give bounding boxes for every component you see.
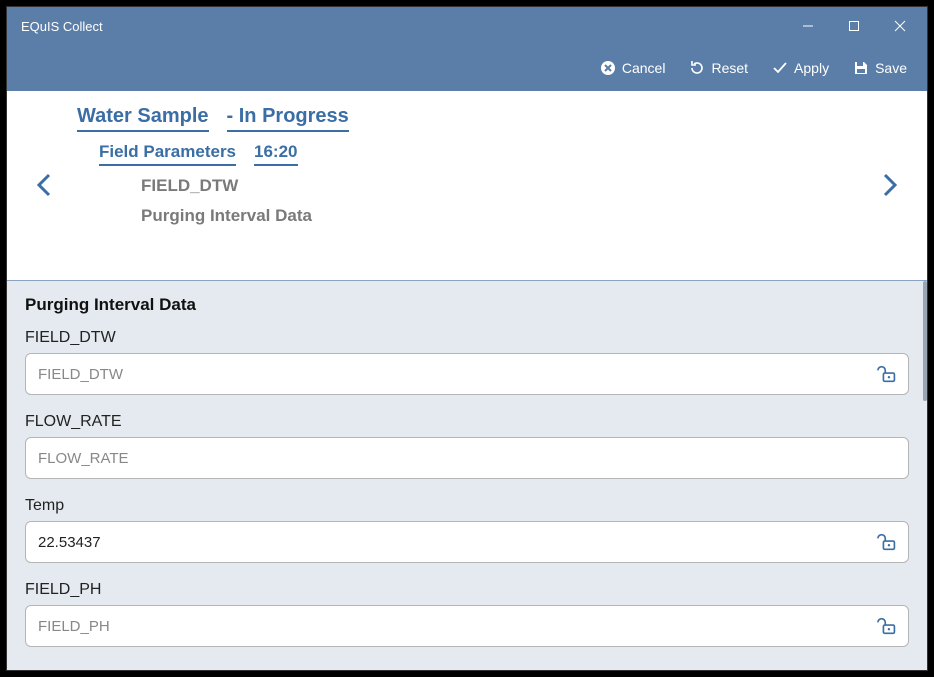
panel-title: Purging Interval Data (25, 295, 909, 315)
apply-label: Apply (794, 60, 829, 76)
titlebar: EQuIS Collect (7, 7, 927, 45)
form-panel: Purging Interval Data FIELD_DTW FLOW_RAT… (7, 281, 927, 670)
reset-icon (689, 60, 705, 76)
lock-open-icon (877, 615, 899, 637)
window-controls (785, 11, 923, 41)
field-label: FLOW_RATE (25, 413, 909, 431)
chevron-left-icon (35, 171, 55, 199)
input-wrap (25, 605, 909, 647)
cancel-icon (600, 60, 616, 76)
reset-label: Reset (711, 60, 748, 76)
lock-toggle[interactable] (876, 530, 900, 554)
field-field-dtw: FIELD_DTW (25, 329, 909, 395)
field-temp: Temp (25, 497, 909, 563)
nav-prev-button[interactable] (31, 171, 59, 199)
field-flow-rate: FLOW_RATE (25, 413, 909, 479)
apply-button[interactable]: Apply (762, 54, 839, 82)
breadcrumb-purging: Purging Interval Data (121, 206, 867, 226)
toolbar: Cancel Reset Apply Save (7, 45, 927, 91)
save-label: Save (875, 60, 907, 76)
input-wrap (25, 521, 909, 563)
field-label: FIELD_PH (25, 581, 909, 599)
field-ph-input[interactable] (26, 606, 908, 646)
input-wrap (25, 353, 909, 395)
app-window: EQuIS Collect Cancel Reset Apply (6, 6, 928, 671)
lock-open-icon (877, 531, 899, 553)
reset-button[interactable]: Reset (679, 54, 758, 82)
cancel-label: Cancel (622, 60, 666, 76)
temp-input[interactable] (26, 522, 908, 562)
breadcrumb-row-2: Field Parameters 16:20 (77, 142, 867, 166)
nav-next-button[interactable] (875, 171, 903, 199)
breadcrumb-status[interactable]: - In Progress (227, 105, 349, 132)
field-label: FIELD_DTW (25, 329, 909, 347)
scrollbar-thumb[interactable] (923, 281, 927, 401)
flow-rate-input[interactable] (26, 438, 908, 478)
field-dtw-input[interactable] (26, 354, 908, 394)
input-wrap (25, 437, 909, 479)
breadcrumb-nav: Water Sample - In Progress Field Paramet… (7, 91, 927, 281)
chevron-right-icon (879, 171, 899, 199)
breadcrumb-field-dtw: FIELD_DTW (121, 176, 867, 196)
breadcrumb-params[interactable]: Field Parameters (99, 142, 236, 166)
close-button[interactable] (877, 11, 923, 41)
field-label: Temp (25, 497, 909, 515)
lock-toggle[interactable] (876, 614, 900, 638)
breadcrumb-row-3: FIELD_DTW Purging Interval Data (77, 176, 867, 226)
save-icon (853, 60, 869, 76)
field-field-ph: FIELD_PH (25, 581, 909, 647)
breadcrumb-sample[interactable]: Water Sample (77, 105, 209, 132)
lock-toggle[interactable] (876, 362, 900, 386)
breadcrumb-time[interactable]: 16:20 (254, 142, 297, 166)
minimize-button[interactable] (785, 11, 831, 41)
save-button[interactable]: Save (843, 54, 917, 82)
cancel-button[interactable]: Cancel (590, 54, 676, 82)
lock-open-icon (877, 363, 899, 385)
maximize-button[interactable] (831, 11, 877, 41)
apply-icon (772, 60, 788, 76)
breadcrumb-row-1: Water Sample - In Progress (77, 105, 867, 132)
window-title: EQuIS Collect (21, 19, 103, 34)
